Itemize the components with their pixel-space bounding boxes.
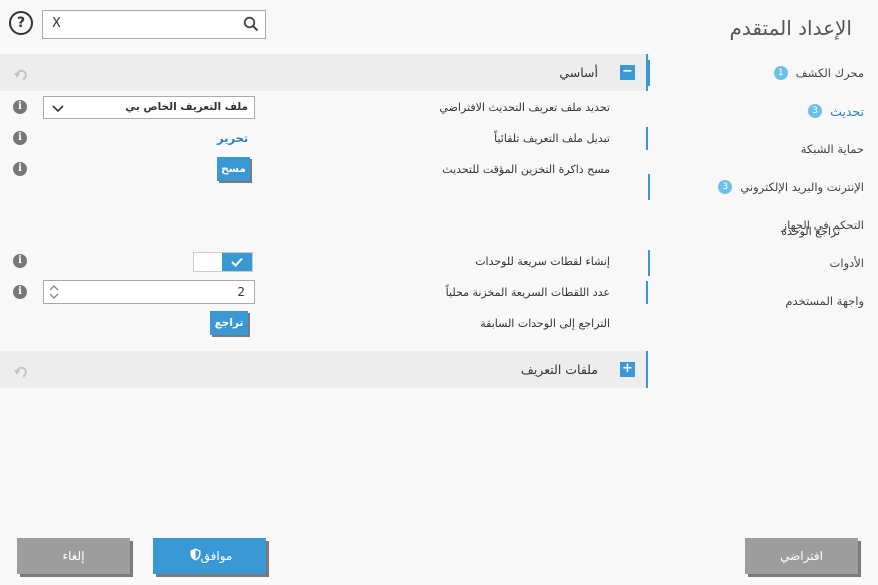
default-button[interactable]: افتراضي	[745, 538, 858, 574]
section-header-profiles[interactable]: ملفات التعريف +	[0, 351, 648, 388]
setting-label: مسح ذاكرة التخزين المؤقت للتحديث	[442, 163, 610, 176]
section-title: أساسي	[559, 65, 598, 80]
clear-button[interactable]: مسح	[217, 157, 250, 181]
toggle-on-indicator	[222, 253, 252, 271]
shield-icon	[190, 539, 201, 575]
setting-label: عدد اللقطات السريعة المخزنة محلياً	[445, 286, 610, 299]
search-icon[interactable]	[243, 16, 259, 36]
setting-row-default-profile: i ملف التعريف الخاص بي تحديد ملف تعريف ا…	[0, 92, 648, 123]
notification-badge: 1	[773, 66, 788, 80]
setting-row-auto-switch: i تحرير تبديل ملف التعريف تلقائياً	[0, 123, 648, 154]
sidebar: محرك الكشف 1 تحديث 3 حماية الشبكة الإنتر…	[648, 54, 878, 320]
profile-select-value: ملف التعريف الخاص بي	[125, 101, 248, 113]
snapshots-toggle[interactable]	[193, 252, 253, 272]
sidebar-item-user-interface[interactable]: واجهة المستخدم	[648, 282, 878, 320]
stepper-arrows-icon[interactable]	[49, 283, 59, 305]
chevron-down-icon	[52, 101, 64, 122]
info-icon[interactable]: i	[13, 131, 27, 145]
ok-button[interactable]: موافق	[153, 538, 266, 574]
setting-row-local-count: i 2 عدد اللقطات السريعة المخزنة محلياً	[0, 277, 648, 308]
search-box[interactable]: X	[42, 10, 266, 39]
sidebar-item-label: الأدوات	[829, 256, 864, 270]
reset-icon[interactable]	[14, 66, 28, 85]
edit-link[interactable]: تحرير	[217, 131, 248, 145]
info-icon[interactable]: i	[13, 254, 27, 268]
profile-select[interactable]: ملف التعريف الخاص بي	[43, 96, 255, 119]
help-icon[interactable]: ?	[9, 11, 33, 35]
notification-badge: 3	[808, 104, 823, 118]
search-input[interactable]	[69, 14, 229, 34]
sidebar-item-detection-engine[interactable]: محرك الكشف 1	[648, 54, 878, 92]
collapse-toggle[interactable]: −	[620, 65, 635, 80]
sidebar-item-tools[interactable]: الأدوات	[648, 244, 878, 282]
ok-button-label: موافق	[200, 549, 233, 563]
setting-label: إنشاء لقطات سريعة للوحدات	[475, 255, 610, 268]
sidebar-item-label: الإنترنت والبريد الإلكتروني	[740, 180, 864, 194]
sidebar-item-update[interactable]: تحديث 3	[648, 92, 878, 130]
info-icon[interactable]: i	[13, 100, 27, 114]
setting-label: تبديل ملف التعريف تلقائياً	[494, 132, 610, 145]
expand-toggle[interactable]: +	[620, 362, 635, 377]
search-clear-button[interactable]: X	[52, 16, 61, 31]
info-icon[interactable]: i	[13, 285, 27, 299]
notification-badge: 3	[718, 180, 733, 194]
sidebar-item-web-email[interactable]: الإنترنت والبريد الإلكتروني 3	[648, 168, 878, 206]
info-icon[interactable]: i	[13, 162, 27, 176]
reset-icon[interactable]	[14, 363, 28, 382]
setting-label: تحديد ملف تعريف التحديث الافتراضي	[439, 101, 610, 114]
sidebar-item-device-control[interactable]: التحكم في الجهاز	[648, 206, 878, 244]
snapshot-count-stepper[interactable]: 2	[43, 280, 255, 304]
revert-button[interactable]: تراجع	[210, 311, 248, 335]
section-header-basic[interactable]: أساسي −	[0, 54, 648, 91]
section-title: ملفات التعريف	[520, 362, 598, 377]
sidebar-item-label: حماية الشبكة	[800, 142, 864, 156]
setting-row-revert: تراجع التراجع إلى الوحدات السابقة	[0, 308, 648, 339]
sidebar-item-label: واجهة المستخدم	[785, 294, 864, 308]
setting-row-snapshots: i إنشاء لقطات سريعة للوحدات	[0, 246, 648, 277]
stepper-value: 2	[237, 285, 245, 299]
cancel-button[interactable]: إلغاء	[17, 538, 130, 574]
subsection-title-rollback: تراجع الوحدة	[781, 225, 840, 238]
sidebar-item-label: تحديث	[830, 103, 864, 119]
sidebar-item-network-protection[interactable]: حماية الشبكة	[648, 130, 878, 168]
page-title: الإعداد المتقدم	[729, 16, 852, 40]
sidebar-item-label: محرك الكشف	[795, 66, 864, 80]
setting-row-clear-cache: i مسح مسح ذاكرة التخزين المؤقت للتحديث	[0, 154, 648, 185]
setting-label: التراجع إلى الوحدات السابقة	[480, 317, 610, 330]
